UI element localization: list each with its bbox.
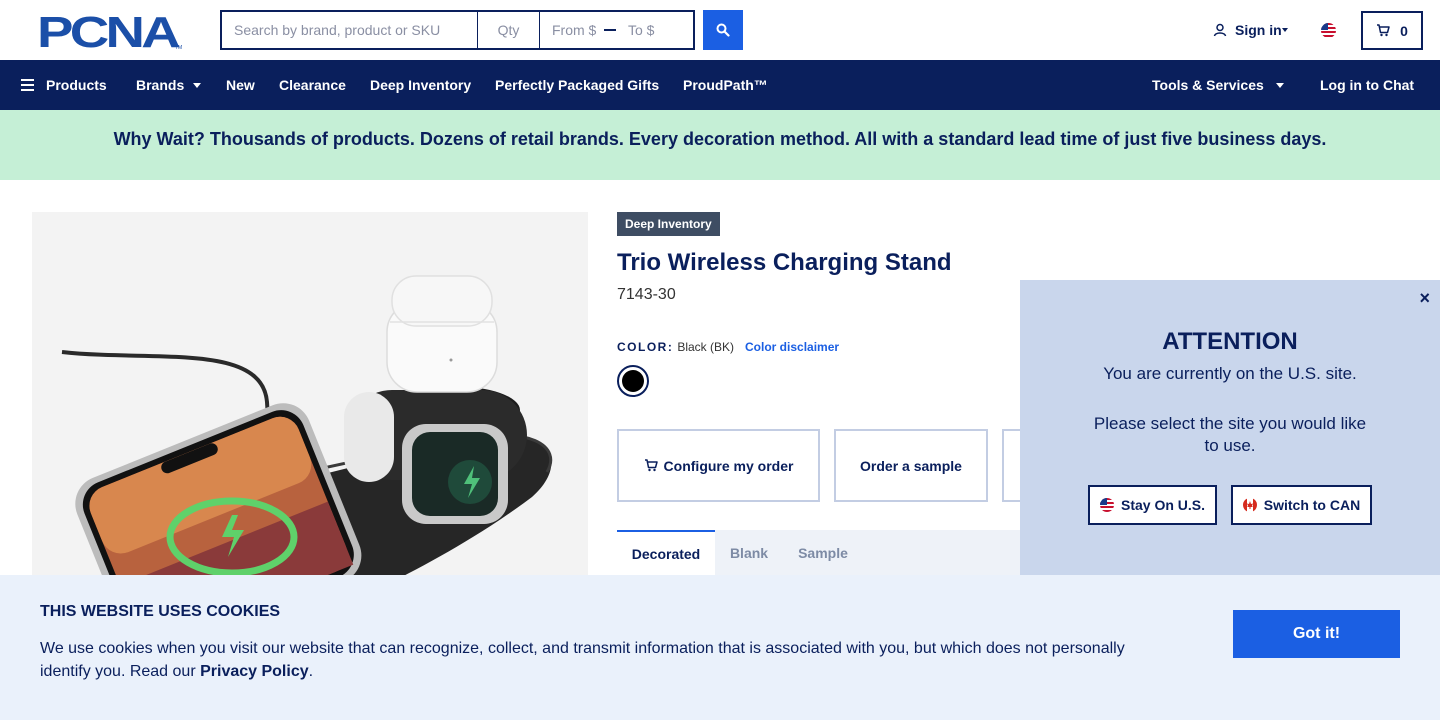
popup-title: ATTENTION [1162,328,1298,355]
color-row: COLOR: Black (BK) Color disclaimer [617,340,839,354]
nav-chat-label: Log in to Chat [1320,77,1415,93]
tab-decorated-label: Decorated [631,546,701,562]
main-nav: Products Brands New Clearance Deep Inven… [0,60,1440,110]
search-button[interactable] [703,10,743,50]
nav-chat-login[interactable]: Log in to Chat [1320,60,1414,110]
cart-icon [644,459,658,472]
canada-flag-icon [1242,498,1257,512]
nav-gifts-label: Perfectly Packaged Gifts [495,77,660,93]
configure-order-label: Configure my order [663,457,794,474]
cookie-title: THIS WEBSITE USES COOKIES [40,603,281,620]
menu-icon [21,79,34,91]
product-sku: 7143-30 [617,286,676,303]
cookie-banner: THIS WEBSITE USES COOKIES We use cookies… [0,575,1440,720]
swatch-fill [622,370,644,392]
nav-products-label: Products [46,77,107,93]
popup-message-current-site: You are currently on the U.S. site. [1103,364,1357,383]
color-disclaimer-link[interactable]: Color disclaimer [745,340,839,354]
product-title: Trio Wireless Charging Stand [617,249,952,276]
close-icon[interactable]: × [1419,288,1430,309]
nav-gifts[interactable]: Perfectly Packaged Gifts [495,60,659,110]
logo-text: PCNA [37,12,180,50]
promo-text: Why Wait? Thousands of products. Dozens … [113,129,1327,149]
nav-brands-label: Brands [136,77,185,93]
sign-in-label: Sign in [1235,22,1282,38]
cart-icon [1377,24,1390,37]
configure-order-button[interactable]: Configure my order [617,429,820,502]
quantity-input[interactable] [478,12,540,48]
promo-banner: Why Wait? Thousands of products. Dozens … [0,110,1440,180]
stay-us-button[interactable]: Stay On U.S. [1088,485,1217,525]
search-icon [716,23,730,37]
nav-new-label: New [226,77,255,93]
cookie-text-end: . [308,663,314,680]
switch-can-label: Switch to CAN [1263,497,1361,513]
charging-stand-illustration [32,212,588,592]
nav-tools-services[interactable]: Tools & Services [1152,60,1284,110]
color-value: Black (BK) [677,340,735,354]
svg-text:TM: TM [175,45,182,50]
site-select-popup: × ATTENTION You are currently on the U.S… [1020,280,1440,575]
order-sample-button[interactable]: Order a sample [834,429,988,502]
us-flag-icon [1099,498,1114,512]
product-image[interactable] [32,212,588,592]
nav-clearance-label: Clearance [279,77,346,93]
stay-us-label: Stay On U.S. [1120,497,1206,513]
nav-brands[interactable]: Brands [136,60,202,110]
tab-blank[interactable]: Blank [715,530,783,576]
nav-proudpath[interactable]: ProudPath™ [683,60,768,110]
sign-in-button[interactable]: Sign in [1213,22,1288,38]
search-input[interactable] [222,12,478,48]
tab-decorated[interactable]: Decorated [617,530,715,576]
popup-message-select: Please select the site you would like to… [1093,414,1367,455]
got-it-button[interactable]: Got it! [1233,610,1400,658]
order-sample-label: Order a sample [860,457,962,474]
site-header: PCNA TM Sign in [0,0,1440,60]
chevron-down-icon [1275,82,1284,88]
color-label: COLOR: [617,340,674,354]
tab-blank-label: Blank [729,545,769,561]
tab-sample-label: Sample [798,545,848,561]
price-from-input[interactable] [540,12,604,48]
tab-sample[interactable]: Sample [783,530,863,576]
cart-button[interactable]: 0 [1361,11,1423,50]
search-bar [220,10,695,50]
us-flag-icon[interactable] [1321,23,1336,38]
nav-deep-inventory-label: Deep Inventory [370,77,472,93]
nav-proudpath-label: ProudPath™ [683,77,768,93]
user-icon [1213,23,1227,37]
chevron-down-icon [193,82,202,88]
nav-clearance[interactable]: Clearance [279,60,346,110]
nav-deep-inventory[interactable]: Deep Inventory [370,60,471,110]
price-to-input[interactable] [616,12,676,48]
cookie-text: We use cookies when you visit our websit… [40,637,1160,683]
nav-new[interactable]: New [226,60,255,110]
switch-can-button[interactable]: Switch to CAN [1231,485,1372,525]
color-swatch-black[interactable] [617,365,649,397]
chevron-down-icon [1281,28,1288,32]
pcna-logo[interactable]: PCNA TM [37,12,183,50]
price-range-dash [604,12,616,48]
nav-products[interactable]: Products [21,60,107,110]
deep-inventory-badge: Deep Inventory [617,212,720,236]
nav-tools-label: Tools & Services [1152,77,1264,93]
badge-label: Deep Inventory [625,217,712,231]
privacy-policy-link[interactable]: Privacy Policy [200,663,309,680]
got-it-label: Got it! [1292,625,1341,642]
cart-count: 0 [1400,22,1408,39]
